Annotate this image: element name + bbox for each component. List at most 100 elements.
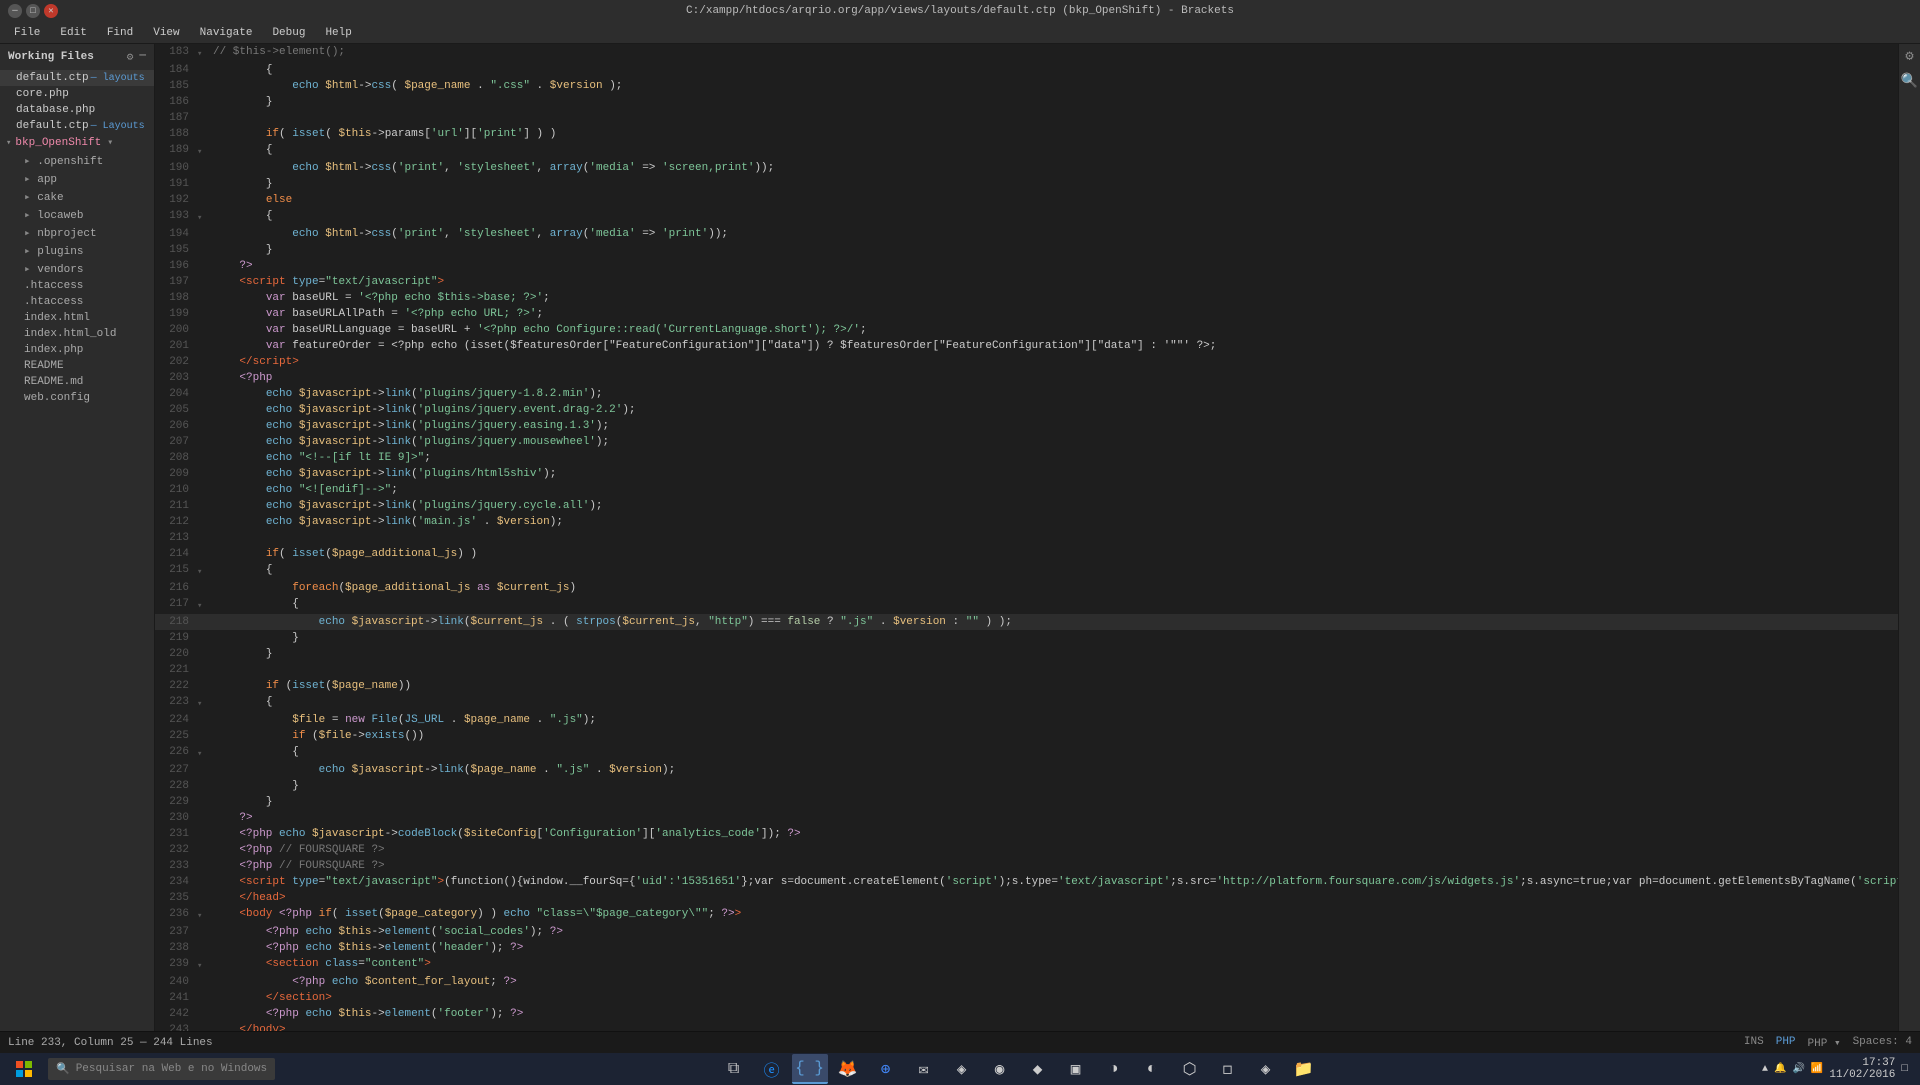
taskbar-ie[interactable]: ⓔ	[754, 1054, 790, 1084]
line-204: 204 echo $javascript->link('plugins/jque…	[155, 386, 1898, 402]
line-221: 221	[155, 662, 1898, 678]
tray-notification[interactable]: □	[1901, 1063, 1908, 1075]
folder-plugins[interactable]: ▸ plugins	[0, 242, 154, 260]
taskbar: 🔍 Pesquisar na Web e no Windows ⧉ ⓔ { } …	[0, 1053, 1920, 1085]
clock-time: 17:37	[1829, 1057, 1895, 1069]
line-231: 231 <?php echo $javascript->codeBlock($s…	[155, 826, 1898, 842]
tray-icons: ▲ 🔔 🔊 📶	[1762, 1063, 1823, 1075]
clock-date: 11/02/2016	[1829, 1069, 1895, 1081]
taskbar-app7[interactable]: ⬡	[1172, 1054, 1208, 1084]
right-panel: ⚙ 🔍	[1898, 44, 1920, 1031]
working-file-core-php[interactable]: core.php	[0, 86, 154, 102]
line-187: 187	[155, 110, 1898, 126]
line-192: 192 else	[155, 192, 1898, 208]
file-index-html[interactable]: index.html	[0, 310, 154, 326]
status-ins: INS	[1744, 1036, 1764, 1050]
line-235: 235 </head>	[155, 890, 1898, 906]
line-234: 234 <script type="text/javascript">(func…	[155, 874, 1898, 890]
cursor-position: Line 233, Column 25 — 244 Lines	[8, 1037, 213, 1049]
line-232: 232 <?php // FOURSQUARE ?>	[155, 842, 1898, 858]
right-panel-icon-2[interactable]: 🔍	[1901, 73, 1918, 90]
taskbar-brackets[interactable]: { }	[792, 1054, 828, 1084]
line-185: 185 echo $html->css( $page_name . ".css"…	[155, 78, 1898, 94]
taskbar-app8[interactable]: ◻	[1210, 1054, 1246, 1084]
taskbar-file-explorer[interactable]: 📁	[1286, 1054, 1322, 1084]
line-196: 196 ?>	[155, 258, 1898, 274]
file-web-config[interactable]: web.config	[0, 390, 154, 406]
line-227: 227 echo $javascript->link($page_name . …	[155, 762, 1898, 778]
menu-help[interactable]: Help	[315, 25, 361, 41]
working-file-database-php[interactable]: database.php	[0, 102, 154, 118]
folder-locaweb[interactable]: ▸ locaweb	[0, 206, 154, 224]
taskbar-firefox[interactable]: 🦊	[830, 1054, 866, 1084]
file-htaccess-2[interactable]: .htaccess	[0, 294, 154, 310]
line-242: 242 <?php echo $this->element('footer');…	[155, 1006, 1898, 1022]
taskbar-mail[interactable]: ✉	[906, 1054, 942, 1084]
line-191: 191 }	[155, 176, 1898, 192]
folder-openshift[interactable]: ▸ .openshift	[0, 152, 154, 170]
taskbar-app4[interactable]: ▣	[1058, 1054, 1094, 1084]
menu-find[interactable]: Find	[97, 25, 143, 41]
line-239: 239▾ <section class="content">	[155, 956, 1898, 974]
working-file-default-ctp-2[interactable]: default.ctp— Layouts	[0, 118, 154, 134]
line-223: 223▾ {	[155, 694, 1898, 712]
sidebar-settings-icon[interactable]: ⚙	[127, 50, 134, 64]
line-183: 183▾// $this->element();	[155, 44, 1898, 62]
line-199: 199 var baseURLAllPath = '<?php echo URL…	[155, 306, 1898, 322]
line-188: 188 if( isset( $this->params['url']['pri…	[155, 126, 1898, 142]
start-button[interactable]	[4, 1053, 44, 1085]
line-236: 236▾ <body <?php if( isset($page_categor…	[155, 906, 1898, 924]
line-212: 212 echo $javascript->link('main.js' . $…	[155, 514, 1898, 530]
code-area[interactable]: 183▾// $this->element(); 184 { 185 echo …	[155, 44, 1898, 1031]
line-208: 208 echo "<!--[if lt IE 9]>";	[155, 450, 1898, 466]
line-233: 233 <?php // FOURSQUARE ?>	[155, 858, 1898, 874]
menu-file[interactable]: File	[4, 25, 50, 41]
close-button[interactable]: ✕	[44, 4, 58, 18]
line-213: 213	[155, 530, 1898, 546]
project-arrow-down: ▾	[107, 137, 113, 149]
main-layout: Working Files ⚙ — default.ctp— layouts c…	[0, 44, 1920, 1031]
taskbar-task-view[interactable]: ⧉	[716, 1054, 752, 1084]
taskbar-app5[interactable]: ◑	[1096, 1054, 1132, 1084]
file-index-php[interactable]: index.php	[0, 342, 154, 358]
menu-view[interactable]: View	[143, 25, 189, 41]
line-202: 202 </script>	[155, 354, 1898, 370]
file-readme-md[interactable]: README.md	[0, 374, 154, 390]
line-216: 216 foreach($page_additional_js as $curr…	[155, 580, 1898, 596]
line-241: 241 </section>	[155, 990, 1898, 1006]
menu-edit[interactable]: Edit	[50, 25, 96, 41]
line-222: 222 if (isset($page_name))	[155, 678, 1898, 694]
minimize-button[interactable]: ─	[8, 4, 22, 18]
project-root[interactable]: ▾ bkp_OpenShift ▾	[0, 134, 154, 152]
taskbar-icons: ⧉ ⓔ { } 🦊 ⊕ ✉ ◈ ◉ ◆ ▣ ◑ ◐ ⬡ ◻ ◈ 📁	[716, 1054, 1322, 1084]
menu-debug[interactable]: Debug	[262, 25, 315, 41]
taskbar-chrome[interactable]: ⊕	[868, 1054, 904, 1084]
file-htaccess-1[interactable]: .htaccess	[0, 278, 154, 294]
file-index-html-old[interactable]: index.html_old	[0, 326, 154, 342]
system-tray: ▲ 🔔 🔊 📶 17:37 11/02/2016 □	[1762, 1057, 1916, 1081]
taskbar-app6[interactable]: ◐	[1134, 1054, 1170, 1084]
line-224: 224 $file = new File(JS_URL . $page_name…	[155, 712, 1898, 728]
line-226: 226▾ {	[155, 744, 1898, 762]
folder-vendors[interactable]: ▸ vendors	[0, 260, 154, 278]
taskbar-app1[interactable]: ◈	[944, 1054, 980, 1084]
folder-nbproject[interactable]: ▸ nbproject	[0, 224, 154, 242]
working-files-header: Working Files ⚙ —	[0, 44, 154, 70]
taskbar-app9[interactable]: ◈	[1248, 1054, 1284, 1084]
status-spaces[interactable]: Spaces: 4	[1853, 1036, 1912, 1050]
line-230: 230 ?>	[155, 810, 1898, 826]
sidebar-collapse-icon[interactable]: —	[139, 50, 146, 64]
maximize-button[interactable]: □	[26, 4, 40, 18]
folder-cake[interactable]: ▸ cake	[0, 188, 154, 206]
right-panel-icon-1[interactable]: ⚙	[1905, 48, 1913, 65]
taskbar-app3[interactable]: ◆	[1020, 1054, 1056, 1084]
line-205: 205 echo $javascript->link('plugins/jque…	[155, 402, 1898, 418]
taskbar-search-bar[interactable]: 🔍 Pesquisar na Web e no Windows	[48, 1058, 275, 1080]
status-lang[interactable]: PHP	[1776, 1036, 1796, 1050]
folder-app[interactable]: ▸ app	[0, 170, 154, 188]
working-file-default-ctp[interactable]: default.ctp— layouts	[0, 70, 154, 86]
taskbar-app2[interactable]: ◉	[982, 1054, 1018, 1084]
line-219: 219 }	[155, 630, 1898, 646]
file-readme[interactable]: README	[0, 358, 154, 374]
menu-navigate[interactable]: Navigate	[190, 25, 263, 41]
